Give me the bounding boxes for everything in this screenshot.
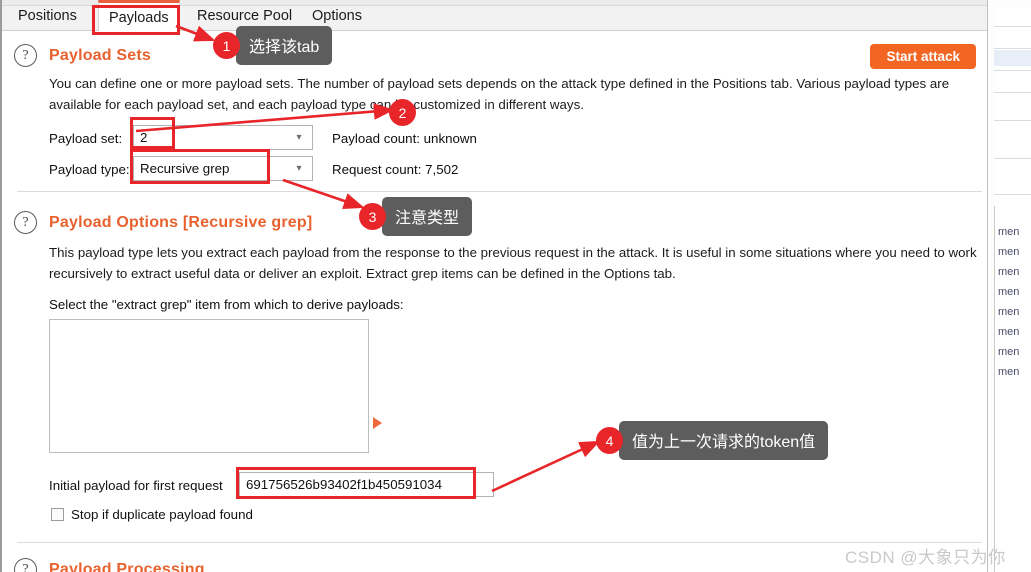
initial-payload-input[interactable]: 691756526b93402f1b450591034 — [239, 472, 494, 497]
tab-bar: Positions Payloads Resource Pool Options — [2, 0, 987, 31]
section-divider — [17, 542, 982, 543]
list-item: men — [998, 306, 1020, 318]
payload-count-text: Payload count: unknown — [332, 131, 477, 146]
payload-set-label: Payload set: — [49, 131, 123, 146]
payload-sets-description: You can define one or more payload sets.… — [49, 76, 950, 112]
start-attack-button[interactable]: Start attack — [870, 44, 976, 69]
list-item: men — [998, 326, 1020, 338]
list-item: men — [998, 346, 1020, 358]
tab-options[interactable]: Options — [302, 0, 372, 31]
stop-duplicate-label: Stop if duplicate payload found — [71, 507, 253, 522]
extract-grep-select-label: Select the "extract grep" item from whic… — [49, 297, 404, 312]
list-item: men — [998, 366, 1020, 378]
burp-intruder-window: Positions Payloads Resource Pool Options… — [0, 0, 988, 572]
payload-sets-title: Payload Sets — [49, 46, 152, 64]
payload-options-description: This payload type lets you extract each … — [49, 245, 977, 281]
payload-processing-title: Payload Processing — [49, 560, 205, 572]
extract-grep-listbox[interactable] — [49, 319, 369, 453]
payload-set-value: 2 — [140, 130, 148, 145]
payload-type-dropdown[interactable]: Recursive grep ▾ — [133, 156, 313, 181]
list-item: men — [998, 246, 1020, 258]
initial-payload-label: Initial payload for first request — [49, 478, 223, 493]
stop-duplicate-checkbox-row[interactable]: Stop if duplicate payload found — [51, 507, 253, 522]
triangle-right-icon[interactable] — [373, 417, 382, 429]
payload-type-label: Payload type: — [49, 162, 130, 177]
question-mark-icon[interactable]: ? — [14, 211, 37, 234]
tab-payloads[interactable]: Payloads — [98, 0, 180, 31]
question-mark-icon[interactable]: ? — [14, 44, 37, 67]
background-window: men men men men men men men men — [987, 0, 1031, 572]
list-item: men — [998, 286, 1020, 298]
tab-resource-pool[interactable]: Resource Pool — [187, 0, 302, 31]
payload-set-dropdown[interactable]: 2 ▾ — [133, 125, 313, 150]
payloads-panel: ? Payload Sets Start attack You can defi… — [2, 31, 987, 572]
list-item: men — [998, 226, 1020, 238]
tab-positions[interactable]: Positions — [8, 0, 87, 31]
request-count-text: Request count: 7,502 — [332, 162, 459, 177]
payload-type-value: Recursive grep — [140, 161, 230, 176]
background-window-rows: men men men men men men men men — [996, 222, 1031, 382]
stop-duplicate-checkbox[interactable] — [51, 508, 64, 521]
payload-processing-header: ? Payload Processing — [14, 558, 205, 572]
chevron-down-icon[interactable]: ▾ — [286, 157, 312, 180]
payload-sets-header: ? Payload Sets — [14, 44, 151, 67]
chevron-down-icon[interactable]: ▾ — [286, 126, 312, 149]
question-mark-icon[interactable]: ? — [14, 558, 37, 572]
list-item: men — [998, 266, 1020, 278]
screenshot-root: men men men men men men men men Position… — [0, 0, 1031, 572]
section-divider — [17, 191, 982, 192]
payload-options-header: ? Payload Options [Recursive grep] — [14, 211, 312, 234]
payload-options-title: Payload Options [Recursive grep] — [49, 213, 313, 231]
background-window-grid — [994, 8, 1031, 208]
